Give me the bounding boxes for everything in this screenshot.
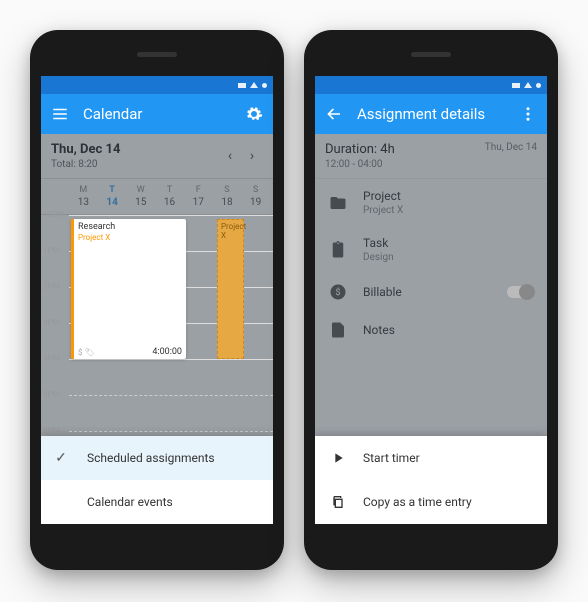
- sheet-label: Start timer: [363, 451, 420, 465]
- play-icon: [329, 449, 347, 467]
- calendar-event[interactable]: Research Project X $🏷 4:00:00: [71, 219, 186, 359]
- overflow-icon[interactable]: [519, 105, 537, 123]
- sheet-item-scheduled[interactable]: ✓ Scheduled assignments: [41, 436, 273, 480]
- sheet-label: Scheduled assignments: [87, 451, 215, 465]
- status-bar: [315, 76, 547, 94]
- bottom-sheet: ✓ Scheduled assignments Calendar events: [41, 436, 273, 524]
- gear-icon[interactable]: [245, 105, 263, 123]
- slot-label: Project X: [221, 222, 246, 240]
- event-name: Research: [78, 222, 182, 232]
- phone-calendar: Calendar Thu, Dec 14 Total: 8:20 ‹ › M13: [30, 30, 284, 570]
- back-icon[interactable]: [325, 105, 343, 123]
- tag-icon: 🏷: [85, 348, 95, 357]
- screen-details: Assignment details Duration: 4h 12:00 - …: [315, 76, 547, 524]
- phone-speaker: [137, 52, 177, 57]
- sheet-item-calendar[interactable]: Calendar events: [41, 480, 273, 524]
- event-time: 4:00:00: [152, 347, 182, 357]
- sheet-label: Calendar events: [87, 495, 173, 509]
- sheet-item-start-timer[interactable]: Start timer: [315, 436, 547, 480]
- phone-speaker: [411, 52, 451, 57]
- event-icons: $🏷: [78, 348, 95, 357]
- check-icon: ✓: [53, 450, 69, 466]
- sheet-item-copy[interactable]: Copy as a time entry: [315, 480, 547, 524]
- phone-details: Assignment details Duration: 4h 12:00 - …: [304, 30, 558, 570]
- status-bar: [41, 76, 273, 94]
- app-bar: Assignment details: [315, 94, 547, 134]
- copy-icon: [329, 493, 347, 511]
- appbar-title: Assignment details: [357, 105, 505, 123]
- sheet-label: Copy as a time entry: [363, 495, 472, 509]
- billable-toggle[interactable]: [507, 286, 533, 298]
- day-grid[interactable]: 12PM 1PM 2PM 3PM 4PM 5PM 6PM Research Pr…: [41, 215, 273, 465]
- hamburger-icon[interactable]: [51, 105, 69, 123]
- screen-calendar: Calendar Thu, Dec 14 Total: 8:20 ‹ › M13: [41, 76, 273, 524]
- appbar-title: Calendar: [83, 105, 231, 123]
- event-project: Project X: [78, 233, 182, 242]
- money-icon: $: [78, 348, 83, 357]
- calendar-slot[interactable]: Project X: [217, 219, 244, 359]
- bottom-sheet: Start timer Copy as a time entry: [315, 436, 547, 524]
- app-bar: Calendar: [41, 94, 273, 134]
